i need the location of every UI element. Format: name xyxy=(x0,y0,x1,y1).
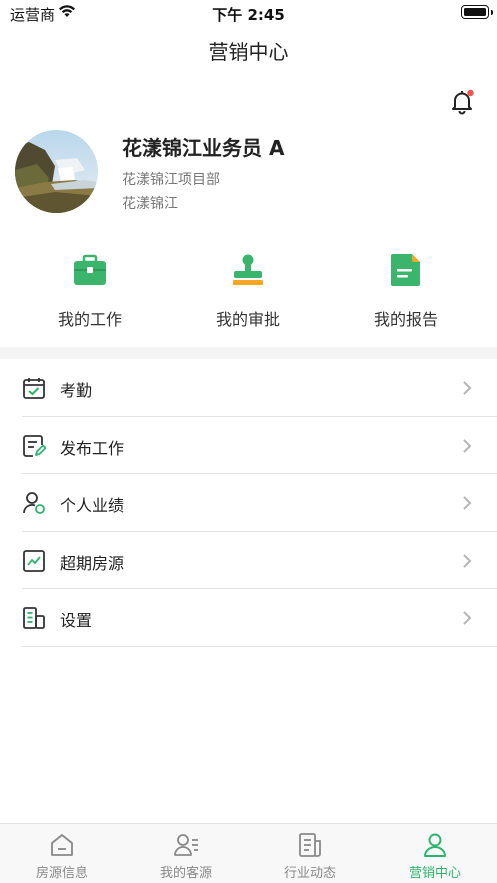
contacts-icon xyxy=(174,834,198,856)
status-bar: 运营商 下午 2:45 xyxy=(0,0,497,26)
chevron-right-icon xyxy=(463,496,472,510)
quick-action-label: 我的报告 xyxy=(373,310,438,329)
home-icon xyxy=(51,834,73,856)
avatar[interactable] xyxy=(15,130,98,213)
tab-bar: 房源信息 我的客源 行业动态 营销中心 xyxy=(0,823,497,883)
tab-listings[interactable]: 房源信息 xyxy=(0,824,124,883)
tab-label: 行业动态 xyxy=(283,866,336,881)
bell-icon[interactable] xyxy=(448,88,476,116)
chevron-right-icon xyxy=(463,611,472,625)
menu-item-performance[interactable]: 个人业绩 xyxy=(22,474,497,532)
menu-item-settings[interactable]: 设置 xyxy=(22,589,497,647)
clock: 下午 2:45 xyxy=(212,6,285,24)
trend-chart-icon xyxy=(23,549,45,572)
user-name: 花漾锦江业务员 A xyxy=(122,136,285,160)
report-icon xyxy=(391,254,420,286)
notification-dot xyxy=(467,89,474,97)
edit-note-icon xyxy=(23,434,46,457)
section-divider xyxy=(0,347,497,359)
chevron-right-icon xyxy=(463,381,472,395)
briefcase-icon xyxy=(74,254,106,285)
menu-item-publish-work[interactable]: 发布工作 xyxy=(22,417,497,474)
settings-building-icon xyxy=(23,607,45,629)
calendar-check-icon xyxy=(23,378,45,399)
tab-label: 营销中心 xyxy=(408,866,461,881)
chevron-right-icon xyxy=(463,553,472,568)
menu-item-attendance[interactable]: 考勤 xyxy=(22,359,497,417)
quick-action-my-work[interactable]: 我的工作 xyxy=(20,252,160,330)
menu-item-label: 设置 xyxy=(60,611,93,630)
user-project: 花漾锦江项目部 xyxy=(122,172,220,188)
news-icon xyxy=(299,833,321,857)
menu-item-label: 个人业绩 xyxy=(60,496,125,515)
quick-action-label: 我的审批 xyxy=(215,310,280,329)
chevron-right-icon xyxy=(463,438,472,453)
menu-item-overdue-listings[interactable]: 超期房源 xyxy=(22,532,497,589)
tab-marketing-center[interactable]: 营销中心 xyxy=(373,824,497,883)
quick-action-label: 我的工作 xyxy=(57,310,122,329)
tab-label: 房源信息 xyxy=(35,866,88,881)
tab-label: 我的客源 xyxy=(159,866,212,881)
battery-icon xyxy=(461,5,493,19)
menu-item-label: 超期房源 xyxy=(60,553,125,573)
user-performance-icon xyxy=(23,492,45,514)
menu-item-label: 考勤 xyxy=(60,381,93,400)
menu-list: 考勤 发布工作 个人业绩 超期房源 设置 xyxy=(22,359,497,647)
menu-item-label: 发布工作 xyxy=(60,438,125,458)
quick-action-my-approval[interactable]: 我的审批 xyxy=(178,252,318,330)
user-icon xyxy=(424,833,446,857)
tab-industry-news[interactable]: 行业动态 xyxy=(248,824,372,883)
tab-my-clients[interactable]: 我的客源 xyxy=(124,824,248,883)
stamp-icon xyxy=(233,254,263,285)
avatar-landscape-image xyxy=(15,130,98,213)
page-title: 营销中心 xyxy=(208,40,289,64)
quick-action-my-report[interactable]: 我的报告 xyxy=(336,252,476,330)
user-organization: 花漾锦江 xyxy=(122,196,178,212)
